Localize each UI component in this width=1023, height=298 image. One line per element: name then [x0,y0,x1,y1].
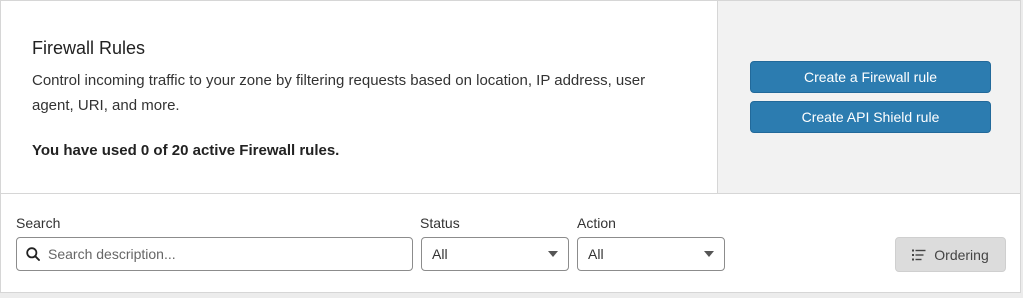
page-description: Control incoming traffic to your zone by… [32,72,646,114]
search-label: Search [16,215,61,231]
action-select[interactable]: All [577,237,725,271]
create-firewall-rule-button[interactable]: Create a Firewall rule [750,61,991,93]
actions-panel: Create a Firewall rule Create API Shield… [717,1,1020,194]
status-select[interactable]: All [421,237,569,271]
action-label: Action [577,215,616,231]
caret-down-icon [704,251,714,257]
firewall-info-panel: Firewall Rules Control incoming traffic … [1,1,717,194]
create-api-shield-rule-button[interactable]: Create API Shield rule [750,101,991,133]
usage-summary: You have used 0 of 20 active Firewall ru… [32,142,340,159]
page-title: Firewall Rules [32,38,146,58]
firewall-rules-card: Firewall Rules Control incoming traffic … [0,0,1021,293]
status-select-value: All [432,246,448,262]
ordering-button[interactable]: Ordering [895,237,1006,272]
ordering-label: Ordering [934,246,989,263]
status-label: Status [420,215,460,231]
caret-down-icon [548,251,558,257]
search-field[interactable] [16,237,413,271]
action-select-value: All [588,246,604,262]
search-input[interactable] [46,245,390,263]
list-ordering-icon [912,249,926,260]
search-icon [26,247,40,261]
